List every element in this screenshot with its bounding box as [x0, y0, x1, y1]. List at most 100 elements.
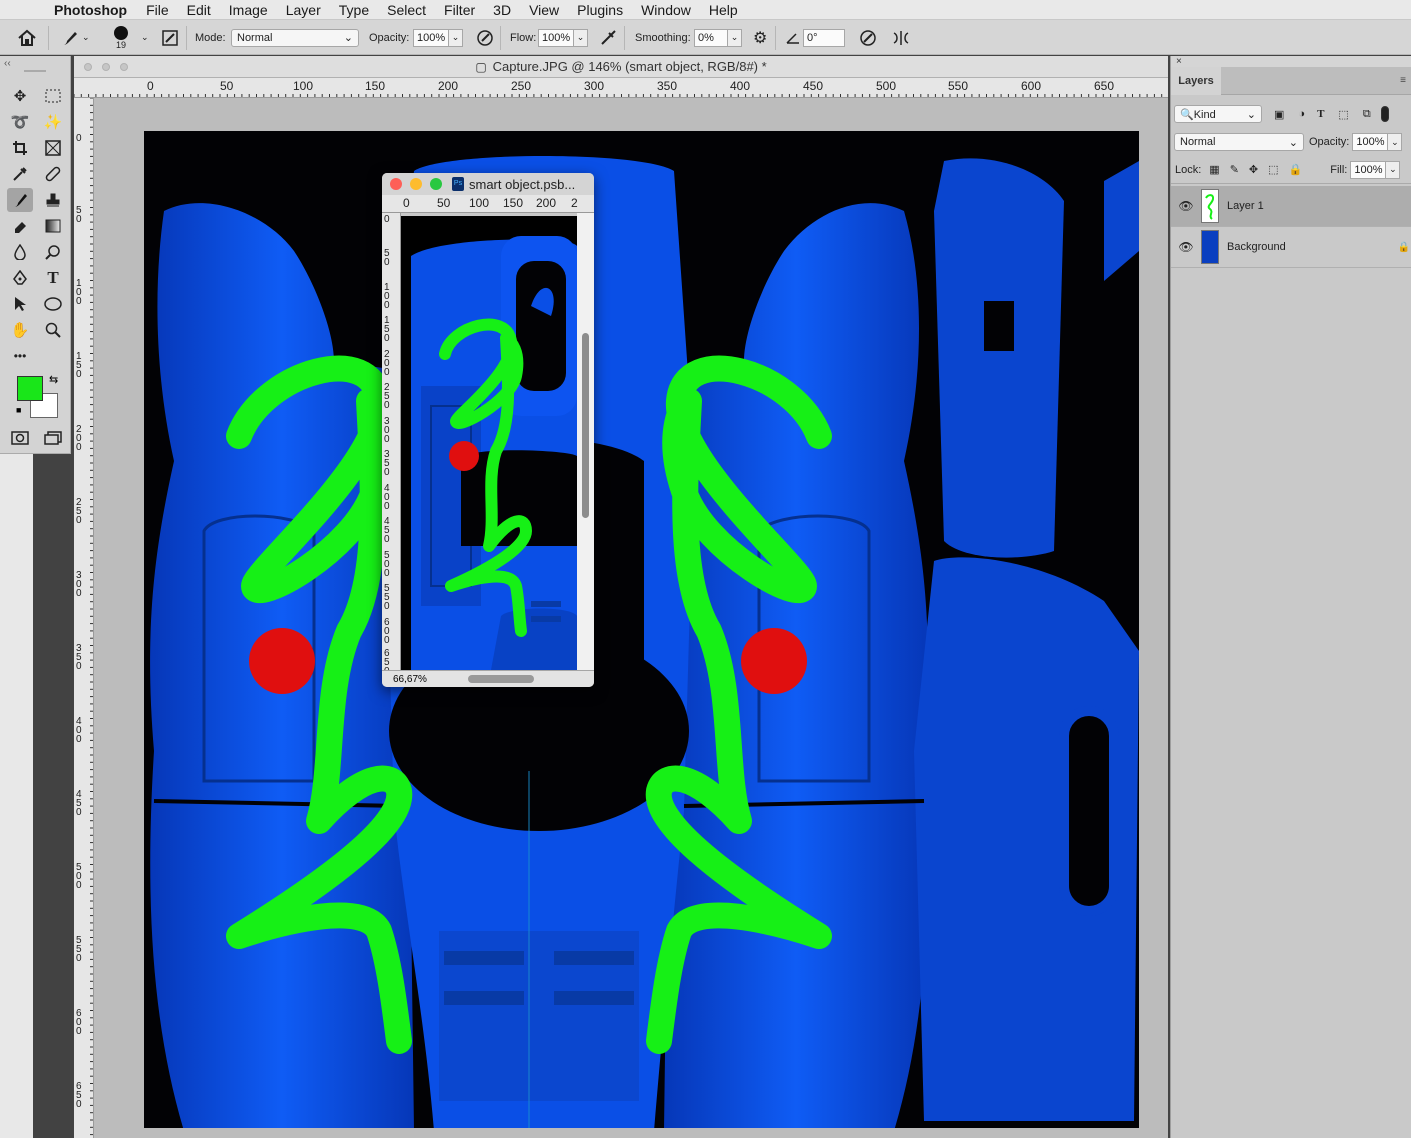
filter-smart-object-icon[interactable]: ⧉ [1363, 108, 1371, 121]
layer-name[interactable]: Layer 1 [1227, 200, 1264, 212]
menu-layer[interactable]: Layer [286, 2, 321, 18]
screen-mode-icon[interactable] [40, 426, 66, 450]
menu-image[interactable]: Image [229, 2, 268, 18]
pressure-opacity-icon[interactable] [476, 20, 494, 55]
opacity-input[interactable]: 100% [413, 28, 449, 47]
fill-dropdown[interactable]: ⌄ [1386, 160, 1401, 179]
brush-settings-icon[interactable] [161, 20, 179, 55]
layer-opacity-input[interactable]: 100% [1352, 133, 1389, 151]
zoom-tool-icon[interactable] [40, 318, 66, 342]
hand-tool-icon[interactable]: ✋ [7, 318, 33, 342]
brush-tool-icon[interactable] [7, 188, 33, 212]
layer-name[interactable]: Background [1227, 241, 1286, 253]
close-icon[interactable] [390, 178, 402, 190]
visibility-eye-icon[interactable]: 👁 [1171, 199, 1201, 213]
healing-brush-icon[interactable] [40, 162, 66, 186]
vertical-ruler[interactable]: 0 50 100 150 200 250 300 350 400 450 500… [74, 98, 94, 1138]
swap-colors-icon[interactable]: ⇆ [49, 373, 58, 386]
ellipse-tool-icon[interactable] [40, 292, 66, 316]
crop-tool-icon[interactable] [7, 136, 33, 160]
eraser-icon[interactable] [7, 214, 33, 238]
flow-dropdown[interactable]: ⌄ [574, 28, 588, 47]
panel-grip[interactable] [24, 70, 46, 72]
blend-mode-select[interactable]: Normal ⌄ [1174, 133, 1304, 151]
visibility-eye-icon[interactable]: 👁 [1171, 240, 1201, 254]
smoothing-dropdown[interactable]: ⌄ [728, 28, 742, 47]
menu-file[interactable]: File [146, 2, 169, 18]
brush-tool-icon[interactable]: ⌄ [60, 20, 90, 55]
smart-object-v-ruler[interactable]: 0 50 100 150 200 250 300 350 400 450 500… [382, 213, 401, 670]
panel-close-icon[interactable]: × [1171, 56, 1411, 67]
collapse-icon[interactable]: ‹‹ [4, 58, 11, 69]
lock-transparent-icon[interactable]: ▦ [1209, 163, 1219, 176]
marquee-tool-icon[interactable] [40, 84, 66, 108]
filter-shape-icon[interactable]: ⬚ [1338, 108, 1348, 121]
panel-menu-icon[interactable]: ≡ [1400, 75, 1406, 86]
filter-kind-select[interactable]: 🔍Kind ⌄ [1174, 105, 1262, 123]
close-icon[interactable] [84, 63, 92, 71]
flow-input[interactable]: 100% [538, 28, 574, 47]
layer-opacity-dropdown[interactable]: ⌄ [1388, 133, 1403, 151]
filter-pixel-icon[interactable]: ▣ [1274, 108, 1284, 121]
smart-object-canvas[interactable] [401, 216, 577, 670]
menu-window[interactable]: Window [641, 2, 691, 18]
magic-wand-icon[interactable]: ✨ [40, 110, 66, 134]
angle-input[interactable]: 0° [803, 28, 845, 47]
menu-select[interactable]: Select [387, 2, 426, 18]
hscroll-thumb[interactable] [468, 675, 534, 683]
menu-view[interactable]: View [529, 2, 559, 18]
lock-artboard-icon[interactable]: ⬚ [1268, 163, 1278, 176]
smart-object-window[interactable]: Ps smart object.psb... 0 50 100 150 200 … [382, 173, 594, 687]
minimize-icon[interactable] [410, 178, 422, 190]
default-colors-icon[interactable]: ■ [16, 405, 21, 415]
gradient-icon[interactable] [40, 214, 66, 238]
filter-adjustment-icon[interactable]: ◑ [1298, 108, 1305, 120]
home-icon[interactable] [17, 20, 37, 55]
gear-icon[interactable]: ⚙ [753, 20, 767, 55]
quick-mask-icon[interactable] [7, 426, 33, 450]
eyedropper-icon[interactable] [7, 162, 33, 186]
image-canvas[interactable] [144, 131, 1139, 1128]
more-tools-icon[interactable]: ••• [7, 344, 33, 368]
blur-icon[interactable] [7, 240, 33, 264]
fill-input[interactable]: 100% [1350, 160, 1387, 179]
tab-layers[interactable]: Layers [1171, 67, 1221, 95]
lock-pixels-icon[interactable]: ✎ [1230, 163, 1239, 176]
opacity-dropdown[interactable]: ⌄ [449, 28, 463, 47]
document-tab[interactable]: ▢ Capture.JPG @ 146% (smart object, RGB/… [74, 56, 1168, 78]
lasso-tool-icon[interactable]: ➰ [7, 110, 33, 134]
menu-edit[interactable]: Edit [187, 2, 211, 18]
menu-plugins[interactable]: Plugins [577, 2, 623, 18]
menu-type[interactable]: Type [339, 2, 369, 18]
layer-row-layer-1[interactable]: 👁 Layer 1 [1171, 186, 1411, 227]
smart-object-h-ruler[interactable]: 0 50 100 150 200 2 [382, 195, 594, 213]
chevron-down-icon[interactable]: ⌄ [141, 20, 149, 55]
menu-filter[interactable]: Filter [444, 2, 475, 18]
lock-position-icon[interactable]: ✥ [1249, 163, 1258, 176]
mode-select[interactable]: Normal ⌄ [231, 28, 359, 47]
menu-help[interactable]: Help [709, 2, 738, 18]
airbrush-icon[interactable] [599, 20, 619, 55]
pressure-size-icon[interactable] [859, 20, 877, 55]
pen-tool-icon[interactable] [7, 266, 33, 290]
brush-preset-picker[interactable]: 19 [114, 20, 128, 55]
path-select-icon[interactable] [7, 292, 33, 316]
symmetry-icon[interactable] [891, 20, 911, 55]
foreground-color-swatch[interactable] [17, 376, 43, 401]
vscroll-thumb[interactable] [582, 333, 589, 518]
smart-object-vscrollbar[interactable] [577, 213, 594, 670]
move-tool-icon[interactable]: ✥ [7, 84, 33, 108]
lock-all-icon[interactable]: 🔒 [1289, 163, 1303, 176]
smart-object-titlebar[interactable]: Ps smart object.psb... [382, 173, 594, 195]
horizontal-ruler[interactable]: 0 50 100 150 200 250 300 350 400 450 500… [74, 78, 1168, 98]
dodge-icon[interactable] [40, 240, 66, 264]
menu-app-name[interactable]: Photoshop [54, 2, 127, 18]
minimize-icon[interactable] [102, 63, 110, 71]
zoom-level[interactable]: 66,67% [393, 674, 427, 685]
smoothing-input[interactable]: 0% [694, 28, 728, 47]
filter-type-icon[interactable]: T [1317, 108, 1324, 120]
zoom-icon[interactable] [120, 63, 128, 71]
layer-row-background[interactable]: 👁 Background 🔒 [1171, 227, 1411, 268]
zoom-icon[interactable] [430, 178, 442, 190]
menu-3d[interactable]: 3D [493, 2, 511, 18]
